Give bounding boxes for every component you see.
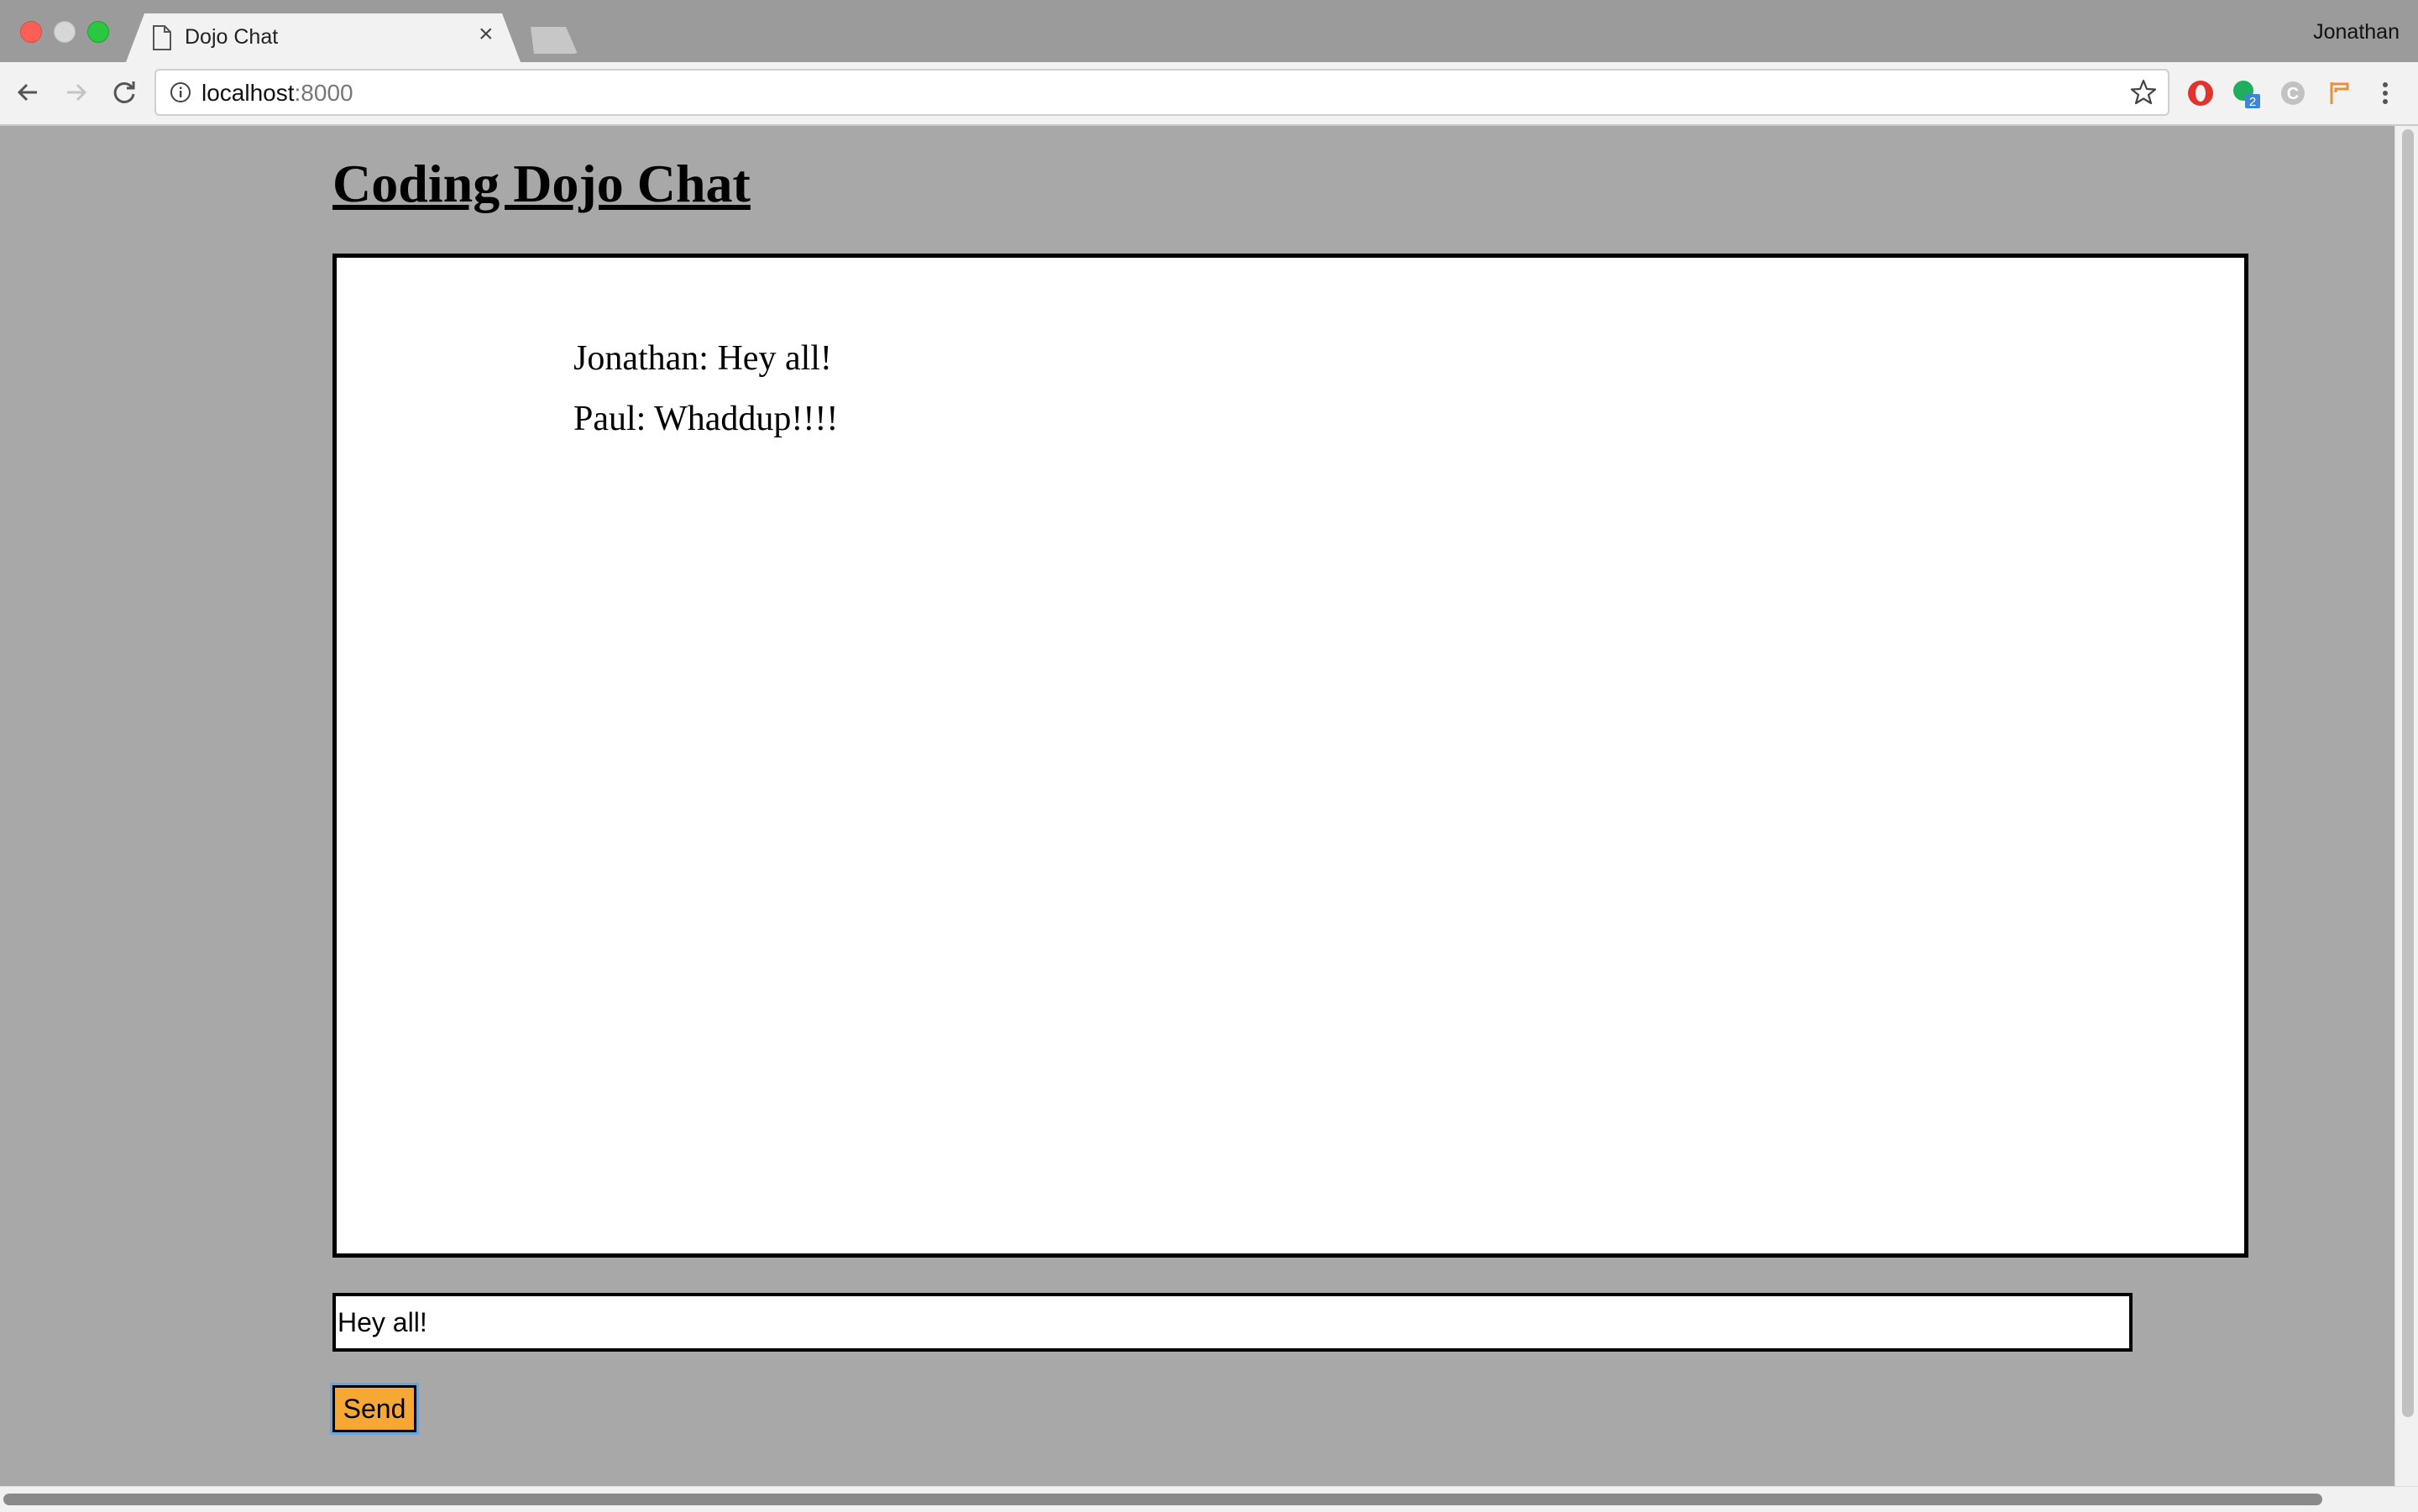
opera-extension-icon[interactable] [2185, 77, 2216, 109]
url-text[interactable]: localhost:8000 [202, 80, 353, 107]
chat-log: Jonathan: Hey all! Paul: Whaddup!!!! [332, 254, 2248, 1258]
document-icon [153, 25, 171, 50]
flag-extension-icon[interactable] [2324, 77, 2356, 109]
browser-tab[interactable]: Dojo Chat × [126, 13, 521, 62]
bookmark-star-icon[interactable] [2129, 78, 2158, 107]
close-window-button[interactable] [20, 21, 42, 43]
message-list: Jonathan: Hey all! Paul: Whaddup!!!! [573, 328, 838, 449]
chat-message: Paul: Whaddup!!!! [573, 400, 839, 438]
horizontal-scrollbar[interactable] [0, 1486, 2418, 1512]
vertical-scroll-thumb[interactable] [2402, 129, 2414, 1417]
forward-arrow-icon[interactable] [59, 76, 92, 109]
browser-toolbar: localhost:8000 2 C [0, 62, 2418, 126]
minimize-window-button[interactable] [54, 21, 76, 43]
new-tab-button[interactable] [531, 27, 578, 54]
browser-titlebar: Dojo Chat × Jonathan [0, 0, 2418, 62]
c-extension-icon[interactable]: C [2277, 77, 2309, 109]
tab-title: Dojo Chat [185, 25, 279, 49]
page-title: Coding Dojo Chat [332, 154, 751, 213]
reload-icon[interactable] [107, 76, 141, 109]
menu-kebab-icon[interactable] [2373, 77, 2398, 109]
vertical-scrollbar[interactable] [2394, 126, 2418, 1486]
extension-letter: C [2287, 85, 2299, 103]
info-icon[interactable] [170, 81, 191, 103]
maximize-window-button[interactable] [87, 21, 109, 43]
page-viewport: Coding Dojo Chat Jonathan: Hey all! Paul… [0, 126, 2394, 1486]
close-tab-icon[interactable]: × [479, 22, 494, 47]
message-input[interactable] [332, 1293, 2133, 1352]
address-bar[interactable]: localhost:8000 [154, 69, 2169, 116]
horizontal-scroll-thumb[interactable] [3, 1494, 2322, 1505]
send-button[interactable]: Send [330, 1383, 419, 1435]
url-port: :8000 [294, 80, 353, 106]
chat-extension-icon[interactable]: 2 [2230, 77, 2262, 109]
back-arrow-icon[interactable] [12, 76, 45, 109]
url-host: localhost [202, 80, 295, 106]
extension-badge: 2 [2249, 95, 2256, 109]
chat-message: Jonathan: Hey all! [573, 339, 832, 378]
profile-name[interactable]: Jonathan [2313, 20, 2400, 44]
